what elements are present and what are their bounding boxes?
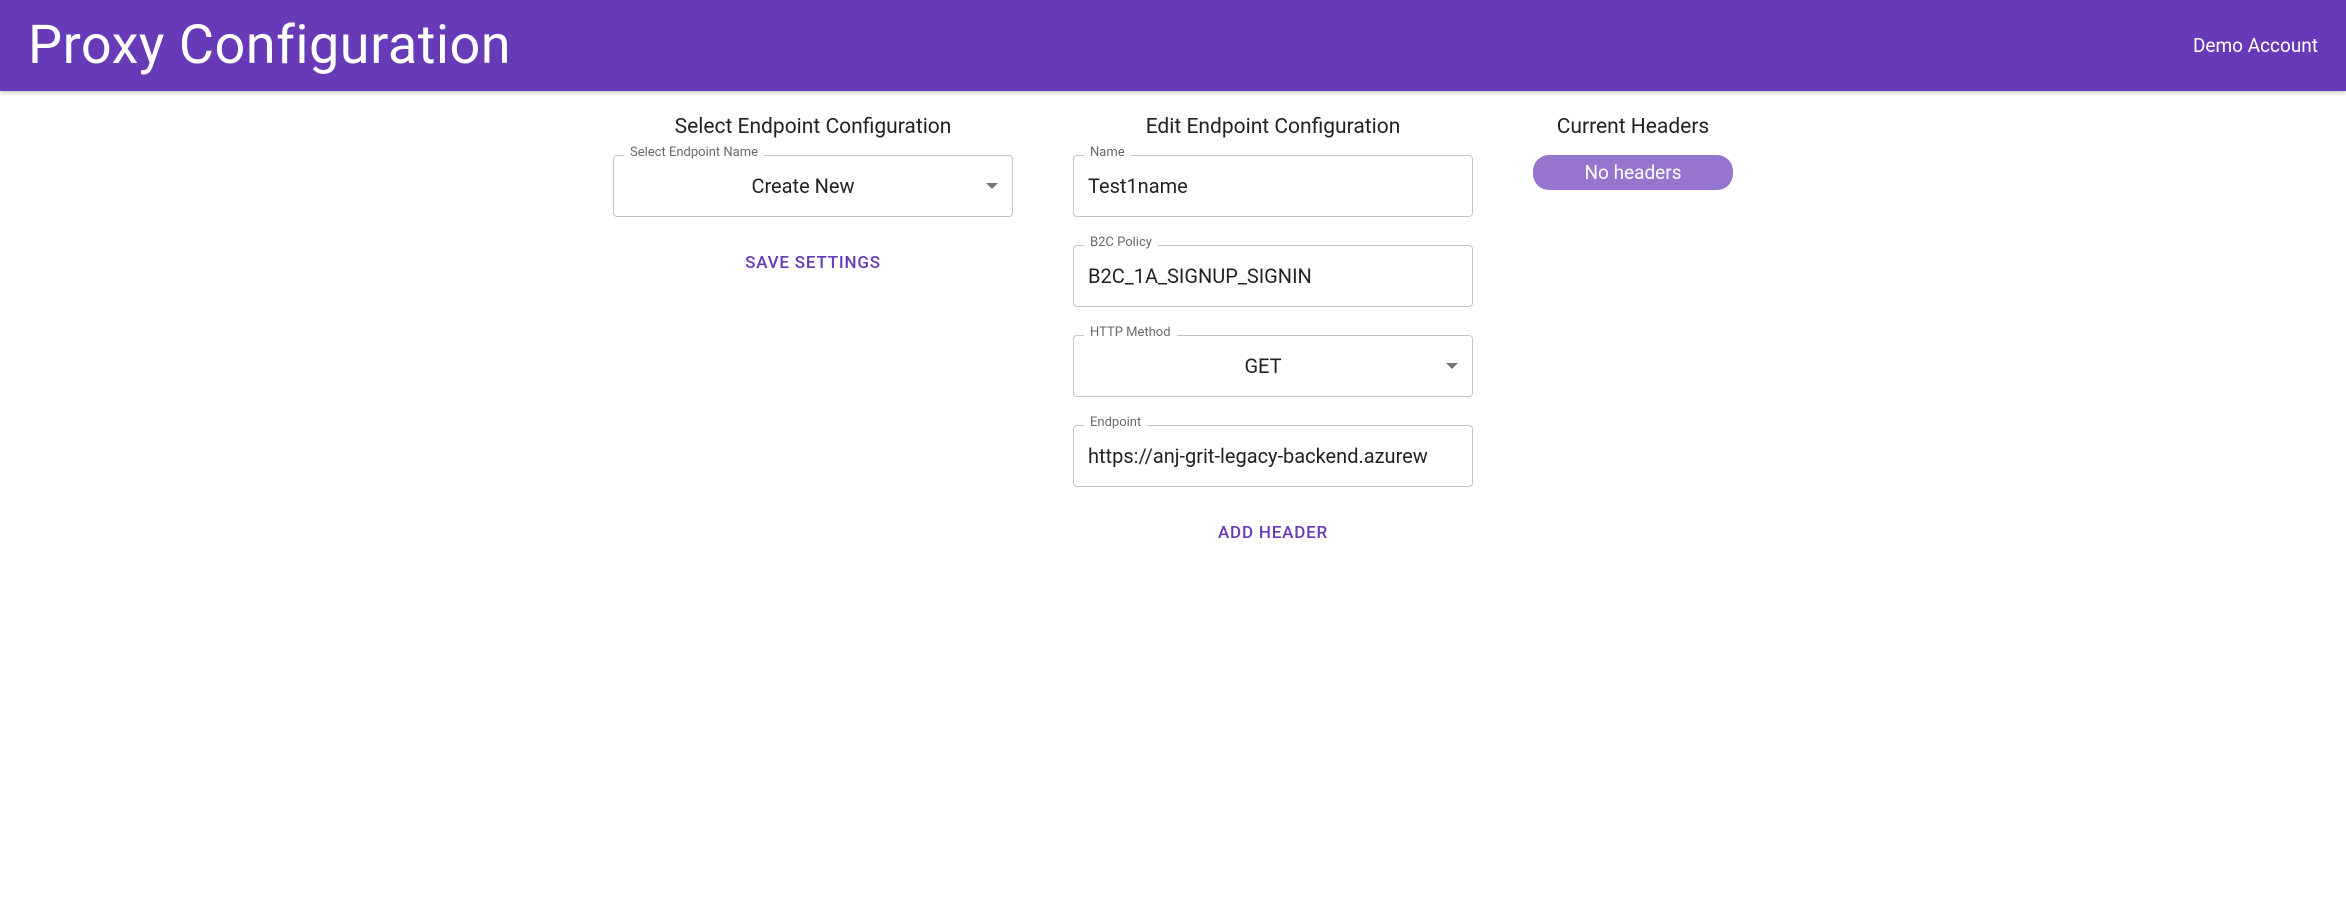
endpoint-field[interactable]: Endpoint bbox=[1073, 425, 1473, 487]
current-headers-column: Current Headers No headers bbox=[1533, 115, 1733, 551]
select-section-title: Select Endpoint Configuration bbox=[675, 115, 952, 139]
app-header: Proxy Configuration Demo Account bbox=[0, 0, 2346, 91]
chevron-down-icon[interactable] bbox=[986, 183, 998, 189]
no-headers-chip: No headers bbox=[1533, 155, 1733, 190]
chevron-down-icon[interactable] bbox=[1446, 363, 1458, 369]
b2c-policy-field-label: B2C Policy bbox=[1084, 236, 1158, 249]
main-content: Select Endpoint Configuration Select End… bbox=[0, 91, 2346, 591]
name-field-label: Name bbox=[1084, 146, 1131, 159]
select-endpoint-column: Select Endpoint Configuration Select End… bbox=[613, 115, 1013, 551]
add-header-button[interactable]: ADD HEADER bbox=[1206, 515, 1340, 551]
edit-endpoint-column: Edit Endpoint Configuration Name B2C Pol… bbox=[1073, 115, 1473, 551]
name-field[interactable]: Name bbox=[1073, 155, 1473, 217]
http-method-field[interactable]: HTTP Method GET bbox=[1073, 335, 1473, 397]
headers-section-title: Current Headers bbox=[1557, 115, 1710, 139]
b2c-policy-field[interactable]: B2C Policy bbox=[1073, 245, 1473, 307]
http-method-value[interactable]: GET bbox=[1088, 354, 1438, 378]
edit-section-title: Edit Endpoint Configuration bbox=[1146, 115, 1401, 139]
http-method-field-label: HTTP Method bbox=[1084, 326, 1177, 339]
page-title: Proxy Configuration bbox=[28, 14, 511, 77]
select-endpoint-label: Select Endpoint Name bbox=[624, 146, 764, 159]
select-endpoint-value[interactable]: Create New bbox=[628, 174, 978, 198]
save-settings-button[interactable]: SAVE SETTINGS bbox=[733, 245, 893, 281]
name-input[interactable] bbox=[1088, 174, 1458, 198]
b2c-policy-input[interactable] bbox=[1088, 264, 1458, 288]
account-link[interactable]: Demo Account bbox=[2193, 34, 2318, 57]
endpoint-input[interactable] bbox=[1088, 444, 1458, 468]
endpoint-field-label: Endpoint bbox=[1084, 416, 1147, 429]
select-endpoint-field[interactable]: Select Endpoint Name Create New bbox=[613, 155, 1013, 217]
